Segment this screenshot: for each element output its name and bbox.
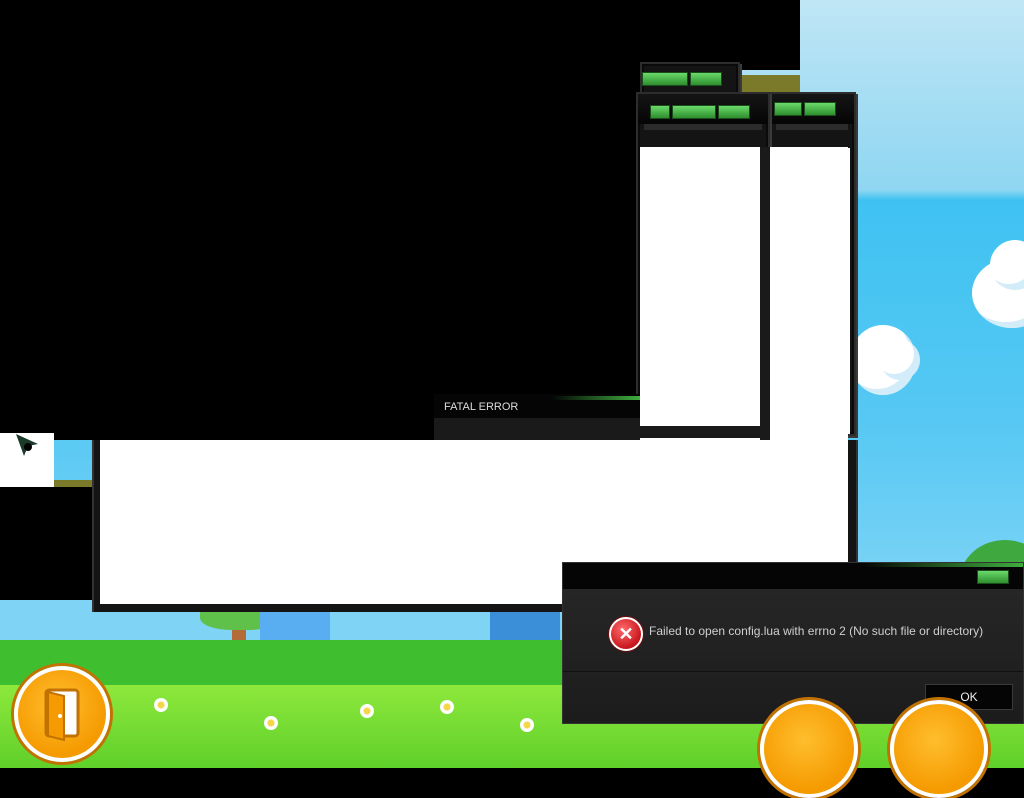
flower xyxy=(264,716,278,730)
window-controls xyxy=(774,102,836,116)
maximize-button[interactable] xyxy=(774,102,802,116)
fatal-error-titlebar[interactable]: FATAL ERROR xyxy=(434,394,640,418)
cloud xyxy=(880,340,920,380)
fatal-error-title: FATAL ERROR xyxy=(444,401,519,413)
error-dialog: ✕ Failed to open config.lua with errno 2… xyxy=(562,562,1024,724)
close-button[interactable] xyxy=(977,570,1009,584)
flower xyxy=(520,718,534,732)
window-divider xyxy=(636,426,766,438)
error-dialog-titlebar[interactable] xyxy=(563,563,1023,589)
empty-window-back xyxy=(640,62,740,96)
maximize-button[interactable] xyxy=(672,105,716,119)
black-render-area xyxy=(0,0,640,440)
close-button[interactable] xyxy=(718,105,750,119)
door-exit-icon xyxy=(44,688,80,742)
game-button[interactable] xyxy=(890,700,988,798)
minimize-button[interactable] xyxy=(650,105,670,119)
large-window-client xyxy=(640,147,848,440)
flower xyxy=(360,704,374,718)
maximize-button[interactable] xyxy=(690,72,722,86)
window-divider xyxy=(760,147,770,440)
exit-button[interactable] xyxy=(14,666,110,762)
divider xyxy=(563,671,1023,672)
window-controls xyxy=(650,105,750,119)
fatal-error-window: FATAL ERROR xyxy=(434,394,640,440)
close-button[interactable] xyxy=(804,102,836,116)
black-render-area xyxy=(0,487,100,600)
error-icon: ✕ xyxy=(609,617,643,651)
game-button[interactable] xyxy=(760,700,858,798)
window-controls xyxy=(642,72,722,86)
pointer-icon xyxy=(14,432,40,458)
flower xyxy=(154,698,168,712)
flower xyxy=(440,700,454,714)
minimize-button[interactable] xyxy=(642,72,688,86)
error-message: Failed to open config.lua with errno 2 (… xyxy=(649,624,984,638)
